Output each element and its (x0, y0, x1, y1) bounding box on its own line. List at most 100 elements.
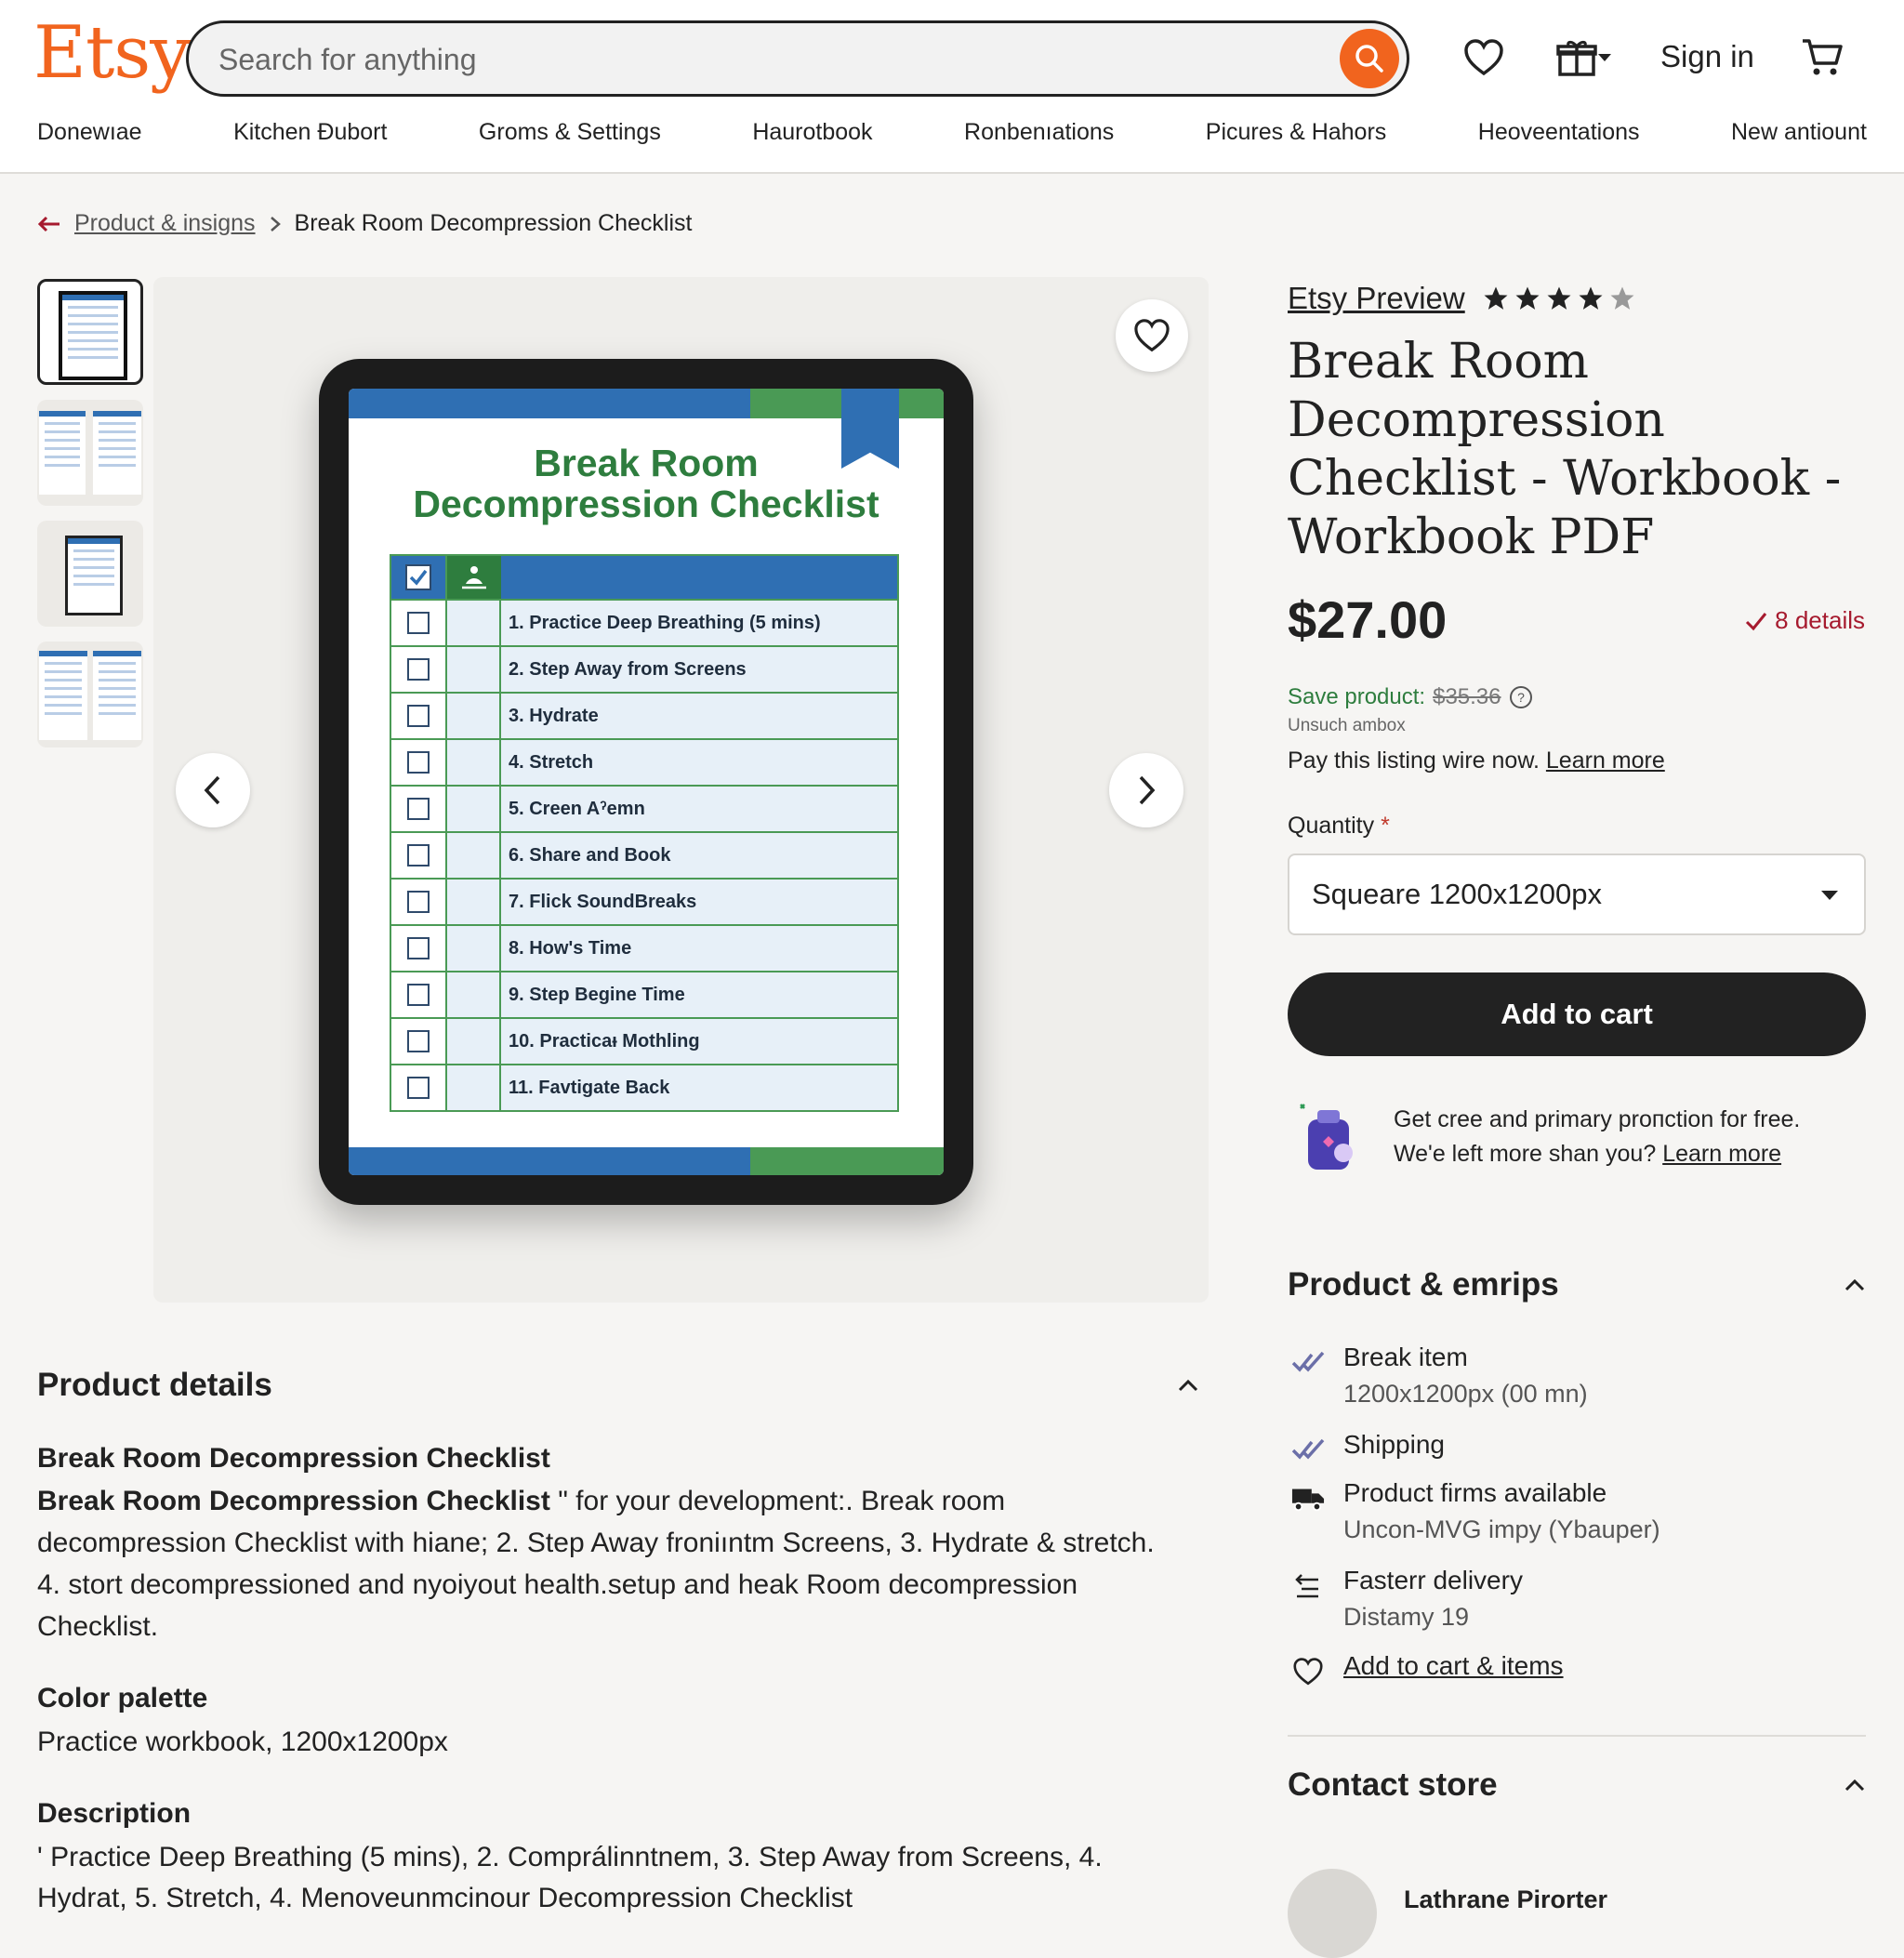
etsy-logo[interactable]: Etsy (33, 11, 191, 95)
checkbox[interactable] (407, 612, 430, 634)
sign-in-link[interactable]: Sign in (1660, 39, 1754, 74)
promo-learn-more-link[interactable]: Learn more (1662, 1141, 1781, 1167)
chevron-right-icon (1139, 775, 1156, 805)
header-checkbox (391, 556, 447, 599)
thumbnail-preview (39, 411, 86, 495)
checklist-item-label: 4. Stretch (509, 751, 594, 773)
avatar[interactable] (1288, 1869, 1377, 1958)
star-empty-icon (1610, 286, 1634, 310)
feature-sub: 1200x1200px (00 mn) (1343, 1380, 1588, 1408)
checklist-row: 3. Hydrate (391, 692, 897, 738)
checkbox[interactable] (407, 844, 430, 867)
add-to-cart-items-link[interactable]: Add to cart & items (1343, 1651, 1564, 1681)
promo-text: Get cree and primary proпction for free.… (1394, 1103, 1868, 1171)
gift-bag-icon (1300, 1104, 1353, 1170)
contact-title: Contact store (1288, 1766, 1498, 1803)
thumbnail-preview (93, 411, 141, 495)
feature-label: Fasterr delivery (1343, 1566, 1523, 1594)
checklist-item-label: 7. Flick SoundBreaks (509, 891, 697, 912)
details-accordion-header[interactable]: Product details (37, 1367, 1199, 1404)
nav-item[interactable]: Kitchen Ɖubort (233, 119, 387, 146)
delivery-icon (1291, 1569, 1325, 1603)
features-accordion-header[interactable]: Product & emrips (1288, 1266, 1866, 1303)
checkbox[interactable] (407, 798, 430, 820)
thumbnail-preview (39, 651, 87, 740)
checklist-row: 10. Practicaᵻ Mothling (391, 1017, 897, 1064)
tablet-screen: Break Room Decompression Checklist 1. Pr… (349, 389, 944, 1175)
details-body-bold: Break Room Decompression Checklist (37, 1486, 550, 1516)
checklist-row: 1. Practice Deep Breathing (5 mins) (391, 599, 897, 645)
back-arrow-icon[interactable] (37, 215, 61, 233)
checklist-row: 11. Favtigate Back (391, 1064, 897, 1110)
chevron-right-icon (270, 216, 281, 232)
details-body: Break Room Decompression Checklist " for… (37, 1480, 1181, 1647)
original-price: $35.36 (1433, 684, 1501, 709)
nav-item[interactable]: New antiount (1731, 119, 1867, 146)
search-bar (186, 20, 1409, 97)
thumbnail-4[interactable] (37, 642, 143, 747)
breadcrumb: Product & insigns Break Room Decompressi… (37, 210, 692, 237)
details-link[interactable]: 8 details (1745, 606, 1865, 635)
nav-item[interactable]: Picures & Hahors (1206, 119, 1387, 146)
truck-icon (1291, 1482, 1325, 1515)
gift-menu-button[interactable] (1551, 35, 1618, 80)
previous-image-button[interactable] (176, 753, 250, 827)
color-palette-heading: Color palette (37, 1683, 208, 1713)
checkbox[interactable] (407, 891, 430, 913)
promo-banner: Get cree and primary proпction for free.… (1297, 1095, 1866, 1179)
savings-note: Unsuch ambox (1288, 716, 1406, 735)
add-to-cart-button[interactable]: Add to cart (1288, 972, 1866, 1056)
nav-item[interactable]: Heoveentations (1478, 119, 1640, 146)
checklist-item-label: 1. Practice Deep Breathing (5 mins) (509, 612, 821, 633)
checklist-item-label: 3. Hydrate (509, 705, 599, 726)
favorites-button[interactable] (1461, 35, 1506, 80)
description-text: ' Practice Deep Breathing (5 mins), 2. C… (37, 1842, 1103, 1913)
checkbox[interactable] (407, 937, 430, 959)
thumbnail-preview (93, 651, 141, 740)
checkbox[interactable] (407, 1077, 430, 1099)
shop-name-link[interactable]: Etsy Preview (1288, 281, 1465, 316)
cart-icon (1803, 39, 1843, 75)
nav-item[interactable]: Haurotbook (752, 119, 872, 146)
search-input[interactable] (217, 36, 1289, 83)
thumbnail-1[interactable] (37, 279, 143, 385)
gift-icon (1556, 40, 1597, 76)
checkbox[interactable] (407, 751, 430, 774)
quantity-select-value: Squeare 1200x1200px (1312, 878, 1602, 910)
cart-button[interactable] (1800, 35, 1844, 80)
star-rating (1482, 284, 1636, 312)
description-heading: Description (37, 1798, 192, 1829)
dropdown-caret-icon (1821, 891, 1838, 900)
checkbox[interactable] (407, 658, 430, 681)
help-icon[interactable]: ? (1509, 685, 1533, 709)
nav-item[interactable]: Donewıae (37, 119, 142, 146)
star-icon (1579, 286, 1603, 310)
feature-item[interactable]: Add to cart & items (1288, 1651, 1866, 1688)
heart-icon (1464, 39, 1503, 76)
nav-item[interactable]: Ronbenıations (964, 119, 1114, 146)
pay-info: Pay this listing wire now. Learn more (1288, 747, 1665, 774)
next-image-button[interactable] (1109, 753, 1183, 827)
quantity-select[interactable]: Squeare 1200x1200px (1288, 853, 1866, 935)
product-image-viewer: Break Room Decompression Checklist 1. Pr… (153, 277, 1209, 1303)
thumbnail-2[interactable] (37, 400, 143, 506)
document-title: Break Room Decompression Checklist (349, 443, 944, 524)
thumbnail-3[interactable] (37, 521, 143, 627)
favorite-button[interactable] (1116, 299, 1188, 372)
search-button[interactable] (1340, 29, 1399, 88)
document-title-line2: Decompression Checklist (413, 483, 879, 525)
feature-label: Break item (1343, 1343, 1468, 1371)
learn-more-link[interactable]: Learn more (1546, 747, 1665, 774)
checklist-row: 8. How's Time (391, 924, 897, 971)
checklist-table: 1. Practice Deep Breathing (5 mins) 2. S… (390, 554, 899, 1112)
quantity-label: Quantity * (1288, 813, 1390, 840)
promo-line-2: We'e left more shan you? (1394, 1141, 1657, 1167)
nav-item[interactable]: Groms & Settings (479, 119, 661, 146)
breadcrumb-current: Break Room Decompression Checklist (294, 210, 693, 236)
feature-label: Shipping (1343, 1430, 1445, 1459)
checkbox[interactable] (407, 984, 430, 1006)
breadcrumb-parent-link[interactable]: Product & insigns (74, 210, 256, 237)
contact-accordion-header[interactable]: Contact store (1288, 1766, 1866, 1804)
checkbox[interactable] (407, 1030, 430, 1052)
checkbox[interactable] (407, 705, 430, 727)
